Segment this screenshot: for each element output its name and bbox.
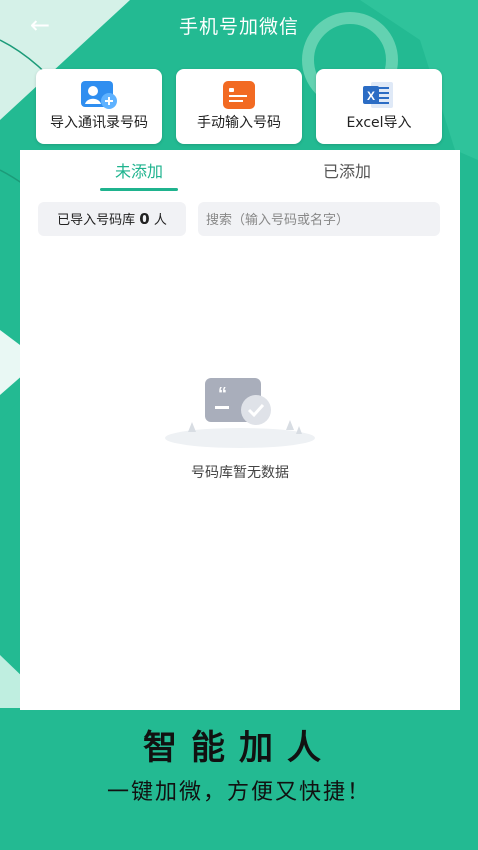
empty-state-text: 号码库暂无数据 [191,465,289,481]
tab-not-added[interactable]: 未添加 [100,158,178,182]
slogan-main: 智能加人 [143,728,335,768]
search-input[interactable] [198,202,436,238]
import-contacts-label: 导入通讯录号码 [50,115,148,131]
library-count-badge: 已导入号码库 0 人 [38,202,186,236]
slogan-sub: 一键加微，方便又快捷！ [106,780,371,805]
manual-input-card[interactable]: 手动输入号码 [176,69,302,144]
excel-import-label: Excel导入 [346,115,412,131]
library-count-value: 0 [139,210,150,228]
main-panel: 未添加 已添加 已导入号码库 0 人 “ 号码库暂无数据 [20,150,460,710]
active-tab-indicator [100,188,178,191]
excel-import-card[interactable]: X Excel导入 [316,69,442,144]
import-contacts-card[interactable]: 导入通讯录号码 [36,69,162,144]
header: ← 手机号加微信 [0,0,478,52]
library-count-suffix: 人 [153,213,167,228]
page-title: 手机号加微信 [178,16,299,38]
search-container [198,202,440,238]
empty-state-illustration: “ [165,378,315,448]
manual-input-icon [219,79,259,115]
library-count-prefix: 已导入号码库 [57,213,136,228]
svg-text:“: “ [218,384,227,404]
tab-added[interactable]: 已添加 [302,158,392,182]
excel-icon: X [359,79,399,115]
excel-icon-letter: X [367,89,375,103]
manual-input-label: 手动输入号码 [197,115,281,131]
contacts-import-icon [79,79,119,115]
